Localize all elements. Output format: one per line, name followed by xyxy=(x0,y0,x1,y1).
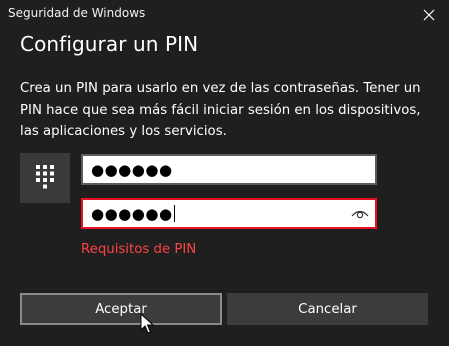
window-title: Seguridad de Windows xyxy=(8,6,146,20)
keypad-icon xyxy=(34,163,56,193)
pin-requirements-link[interactable]: Requisitos de PIN xyxy=(81,242,196,257)
new-pin-input[interactable]: ●●●●●● xyxy=(81,154,377,185)
accept-button[interactable]: Aceptar xyxy=(20,293,222,325)
close-button[interactable] xyxy=(409,0,449,30)
mouse-pointer-icon xyxy=(140,312,155,335)
cancel-button-label: Cancelar xyxy=(298,301,357,317)
keypad-tile xyxy=(20,153,70,203)
dialog-heading: Configurar un PIN xyxy=(20,32,199,56)
cancel-button[interactable]: Cancelar xyxy=(227,293,428,325)
text-caret xyxy=(173,205,175,222)
confirm-pin-masked-value: ●●●●●● xyxy=(91,204,173,223)
confirm-pin-input[interactable]: ●●●●●● xyxy=(81,198,377,229)
new-pin-masked-value: ●●●●●● xyxy=(91,160,173,179)
dialog-description: Crea un PIN para usarlo en vez de las co… xyxy=(20,81,421,139)
pin-setup-dialog: Seguridad de Windows Configurar un PIN C… xyxy=(0,0,449,346)
reveal-password-button[interactable] xyxy=(351,206,369,222)
eye-icon xyxy=(351,205,369,223)
close-icon xyxy=(423,9,435,21)
